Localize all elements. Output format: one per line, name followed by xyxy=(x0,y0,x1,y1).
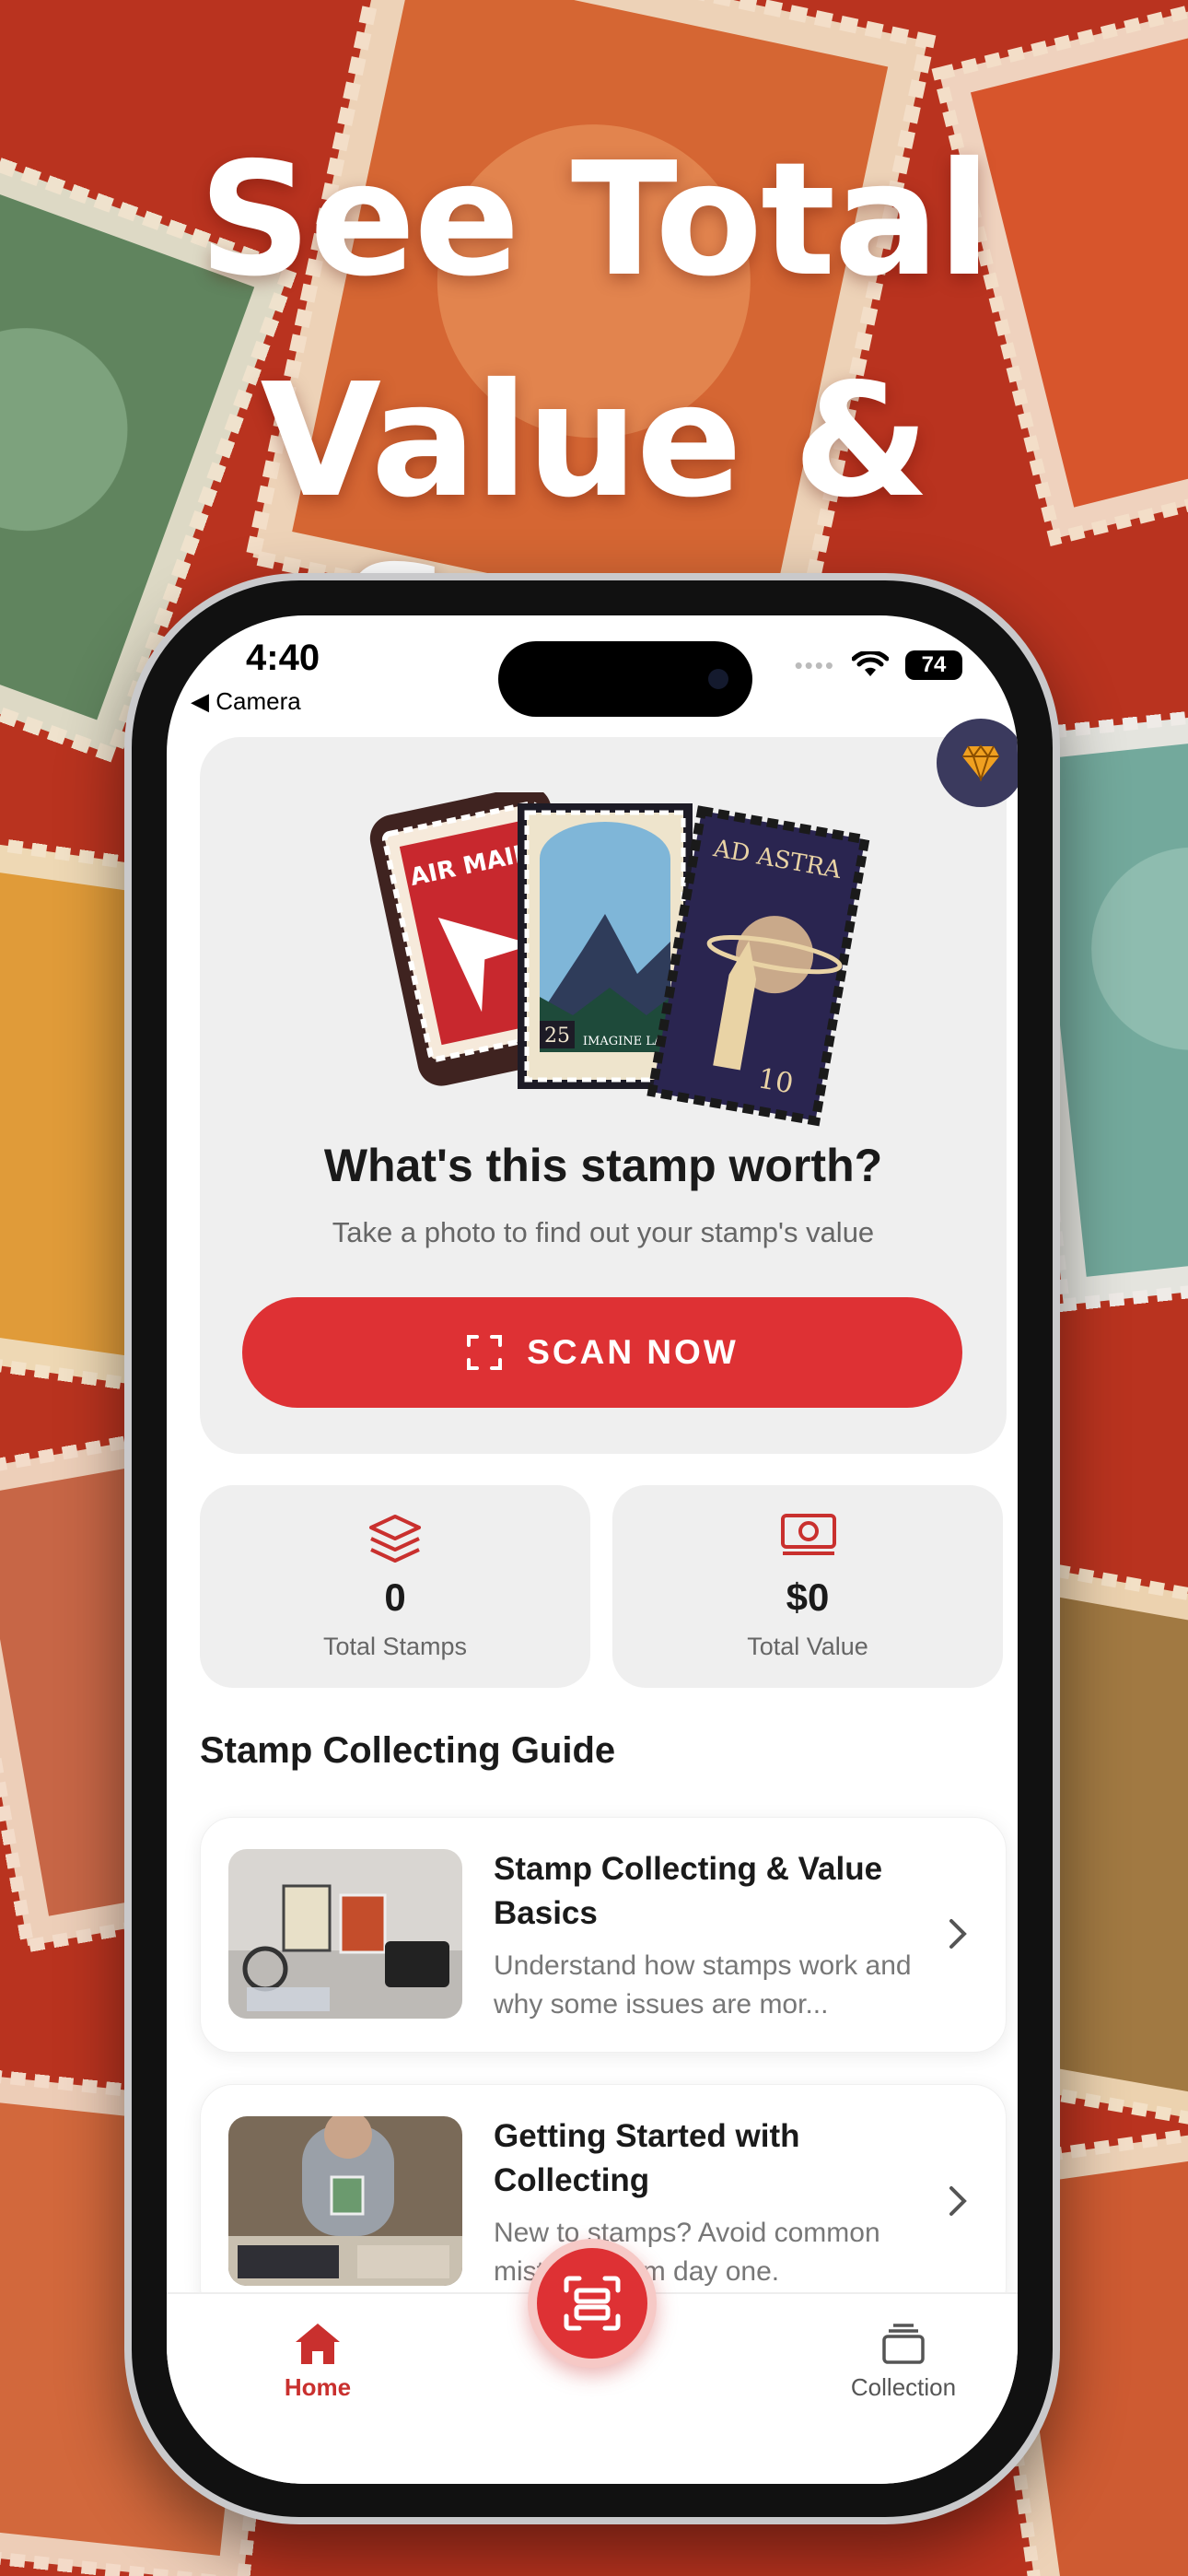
total-value-card[interactable]: $0 Total Value xyxy=(612,1485,1003,1688)
guide-card-basics[interactable]: Stamp Collecting & Value Basics Understa… xyxy=(200,1817,1007,2053)
scan-frame-icon xyxy=(467,1335,503,1370)
total-stamps-value: 0 xyxy=(384,1575,406,1619)
total-value-value: $0 xyxy=(786,1575,830,1619)
layers-icon xyxy=(369,1515,421,1563)
battery-indicator: 74 xyxy=(905,650,962,680)
phone-screen: 4:40 ◀ Camera •••• 74 AIR MAIL 25 IMAGIN… xyxy=(167,615,1018,2484)
scan-now-label: SCAN NOW xyxy=(527,1333,739,1371)
guide-thumbnail-basics xyxy=(228,1849,462,2019)
guide-section-title: Stamp Collecting Guide xyxy=(200,1730,616,1771)
front-camera xyxy=(708,669,728,689)
phone-bezel: 4:40 ◀ Camera •••• 74 AIR MAIL 25 IMAGIN… xyxy=(132,580,1053,2517)
rocket-stamp-value: 10 xyxy=(755,1062,796,1100)
home-icon xyxy=(296,2324,340,2364)
total-value-label: Total Value xyxy=(747,1633,868,1660)
scan-hero-card: AIR MAIL 25 IMAGINE LAND AD ASTRA 10 Wha… xyxy=(200,737,1007,1454)
tab-collection[interactable]: Collection xyxy=(811,2322,996,2402)
guide-card-title: Stamp Collecting & Value Basics xyxy=(494,1851,883,1931)
tab-collection-label: Collection xyxy=(850,2373,957,2401)
diamond-icon xyxy=(962,744,999,781)
total-stamps-label: Total Stamps xyxy=(322,1633,468,1660)
status-time: 4:40 xyxy=(246,638,320,678)
mountain-stamp-value: 25 xyxy=(544,1025,570,1048)
status-indicators: •••• 74 xyxy=(795,650,962,680)
guide-card-description: Understand how stamps work and why some … xyxy=(494,1950,912,2020)
total-stamps-card[interactable]: 0 Total Stamps xyxy=(200,1485,590,1688)
guide-card-title: Getting Started with Collecting xyxy=(494,2118,800,2198)
cards-stack-icon xyxy=(882,2324,925,2364)
hero-title: What's this stamp worth? xyxy=(323,1140,883,1191)
wifi-icon xyxy=(852,651,889,676)
chevron-right-icon xyxy=(949,2186,967,2216)
stamps-illustration: AIR MAIL 25 IMAGINE LAND AD ASTRA 10 xyxy=(369,792,871,1127)
banknote-icon xyxy=(781,1514,836,1555)
phone-frame: 4:40 ◀ Camera •••• 74 AIR MAIL 25 IMAGIN… xyxy=(124,573,1060,2524)
scan-now-button[interactable]: SCAN NOW xyxy=(242,1297,962,1408)
scan-fab-button[interactable] xyxy=(528,2239,657,2368)
promo-headline-line1: See Total xyxy=(198,129,992,311)
back-to-camera-link[interactable]: ◀ Camera xyxy=(191,687,301,716)
chevron-right-icon xyxy=(949,1919,967,1949)
guide-thumbnail-getting-started xyxy=(228,2116,462,2286)
hero-subtitle: Take a photo to find out your stamp's va… xyxy=(332,1216,875,1248)
tab-home-label: Home xyxy=(284,2373,352,2401)
dynamic-island xyxy=(498,641,752,717)
tab-home[interactable]: Home xyxy=(226,2322,410,2402)
signal-icon: •••• xyxy=(794,650,835,679)
scan-frame-icon xyxy=(564,2276,621,2331)
premium-button[interactable] xyxy=(937,719,1018,807)
